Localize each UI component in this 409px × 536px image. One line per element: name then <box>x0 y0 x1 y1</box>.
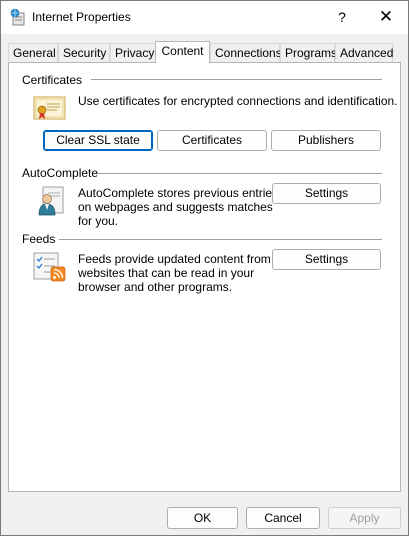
certificate-icon <box>33 96 66 120</box>
content-tab-panel: Certificates Use certificates for encryp… <box>8 62 401 492</box>
autocomplete-user-icon <box>38 186 64 216</box>
autocomplete-description-line: for you. <box>78 214 119 228</box>
close-button[interactable]: ✕ <box>366 1 406 34</box>
tab-strip: General Security Privacy Content Connect… <box>8 41 400 63</box>
tab-advanced[interactable]: Advanced <box>335 43 393 62</box>
autocomplete-group-title: AutoComplete <box>22 166 99 180</box>
tab-security[interactable]: Security <box>58 43 110 62</box>
certificates-description: Use certificates for encrypted connectio… <box>78 94 398 108</box>
feeds-description-line: websites that can be read in your <box>78 266 255 280</box>
tab-programs[interactable]: Programs <box>280 43 337 62</box>
apply-button[interactable]: Apply <box>328 507 401 529</box>
autocomplete-separator <box>98 173 382 174</box>
help-button[interactable]: ? <box>327 1 357 34</box>
autocomplete-description-line: AutoComplete stores previous entries <box>78 186 279 200</box>
autocomplete-description: AutoComplete stores previous entries on … <box>78 186 278 228</box>
ok-button[interactable]: OK <box>167 507 238 529</box>
internet-options-icon <box>10 8 25 26</box>
tab-connections[interactable]: Connections <box>210 43 282 62</box>
certificates-separator <box>91 79 382 80</box>
autocomplete-description-line: on webpages and suggests matches <box>78 200 273 214</box>
clear-ssl-state-button[interactable]: Clear SSL state <box>43 130 153 151</box>
feeds-settings-button[interactable]: Settings <box>272 249 381 270</box>
window-title: Internet Properties <box>32 10 131 24</box>
certificates-button[interactable]: Certificates <box>157 130 267 151</box>
autocomplete-settings-button[interactable]: Settings <box>272 183 381 204</box>
publishers-button[interactable]: Publishers <box>271 130 381 151</box>
feeds-separator <box>59 239 382 240</box>
feeds-rss-icon <box>33 252 66 282</box>
certificates-group-title: Certificates <box>22 73 83 87</box>
cancel-button[interactable]: Cancel <box>246 507 320 529</box>
feeds-description-line: Feeds provide updated content from <box>78 252 271 266</box>
tab-privacy[interactable]: Privacy <box>110 43 156 62</box>
internet-properties-window: Internet Properties ? ✕ General Security… <box>0 0 409 536</box>
tab-content[interactable]: Content <box>155 41 210 63</box>
feeds-description: Feeds provide updated content from websi… <box>78 252 271 294</box>
tab-general[interactable]: General <box>8 43 58 62</box>
feeds-description-line: browser and other programs. <box>78 280 233 294</box>
title-bar: Internet Properties ? ✕ <box>1 1 408 34</box>
feeds-group-title: Feeds <box>22 232 56 246</box>
